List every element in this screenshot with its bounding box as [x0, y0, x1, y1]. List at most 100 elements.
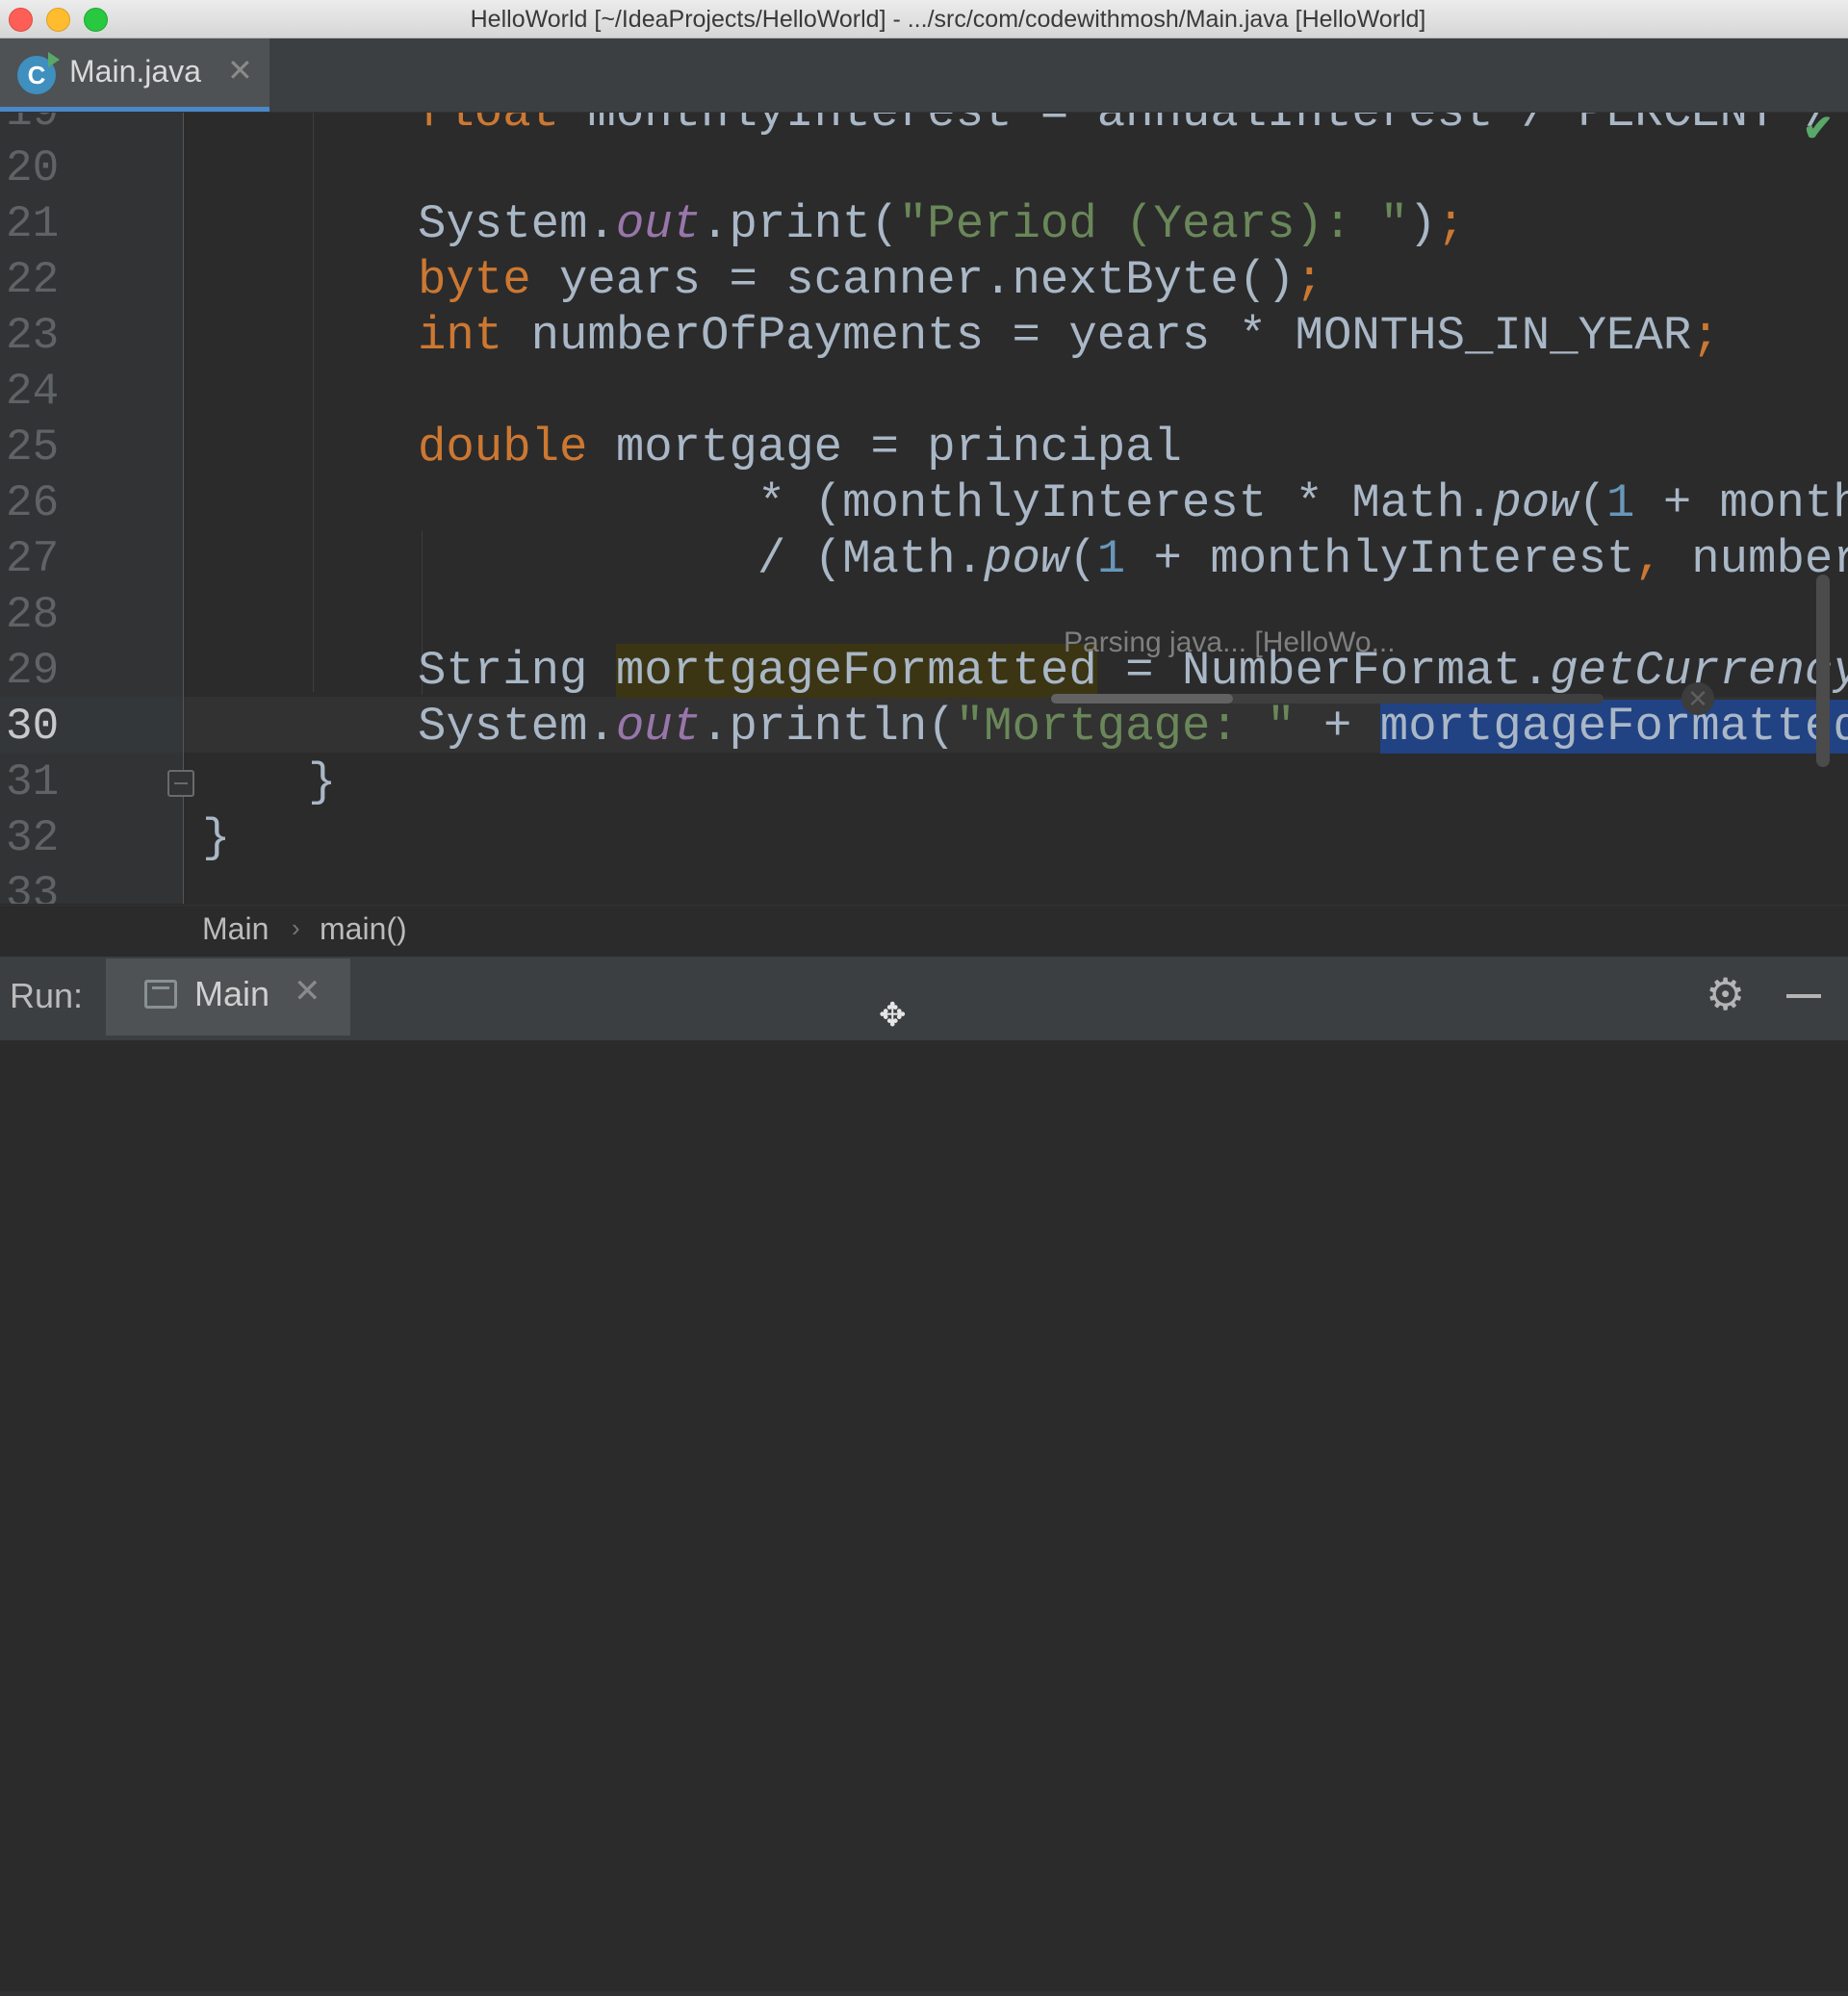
- code-text: System.out.print("Period (Years): ");: [418, 196, 1465, 252]
- run-label: Run:: [10, 976, 84, 1015]
- code-text: float monthlyInterest = annualInterest /…: [418, 113, 1848, 141]
- code-line[interactable]: 24: [0, 364, 1829, 420]
- code-token: ;: [1436, 197, 1466, 251]
- code-editor[interactable]: 19 float monthlyInterest = annualInterest…: [0, 113, 1848, 904]
- tab-close-icon[interactable]: ✕: [227, 52, 253, 89]
- title-bar: HelloWorld [~/IdeaProjects/HelloWorld] -…: [0, 0, 1848, 38]
- code-line[interactable]: 32}: [0, 810, 1829, 866]
- code-token: float: [418, 113, 560, 140]
- code-token: 1: [1606, 476, 1635, 530]
- code-line[interactable]: 22 byte years = scanner.nextByte();: [0, 252, 1829, 308]
- code-text: int numberOfPayments = years * MONTHS_IN…: [418, 308, 1720, 364]
- line-number: 28: [6, 590, 60, 640]
- gear-icon[interactable]: ⚙: [1706, 968, 1745, 1020]
- code-token: (: [1068, 532, 1097, 586]
- code-token: out: [615, 700, 702, 754]
- code-line[interactable]: 25 double mortgage = principal: [0, 420, 1829, 475]
- vertical-scrollbar[interactable]: [1816, 575, 1830, 767]
- code-line[interactable]: 33: [0, 866, 1829, 904]
- code-token: * (monthlyInterest * Math.: [418, 476, 1494, 530]
- code-token: ;: [1691, 309, 1720, 363]
- run-tab-main[interactable]: Main ✕: [106, 959, 350, 1036]
- code-text: / (Math.pow(1 + monthlyInterest, numberO…: [418, 531, 1848, 587]
- code-line[interactable]: 30 System.out.println("Mortgage: " + mort…: [0, 699, 1848, 755]
- code-token: mortgageFormatted: [615, 644, 1097, 698]
- line-number: 31: [6, 757, 60, 807]
- progress-status-text: Parsing java... [HelloWo...: [1064, 627, 1396, 658]
- code-token: (: [1578, 476, 1607, 530]
- code-token: monthlyInterest = annualInterest / PERCE…: [559, 113, 1848, 140]
- code-line[interactable]: 27 / (Math.pow(1 + monthlyInterest, numb…: [0, 531, 1848, 587]
- java-class-icon: C: [17, 52, 60, 94]
- code-token: }: [202, 811, 231, 865]
- line-number: 23: [6, 311, 60, 361]
- progress-bar: [1051, 694, 1604, 704]
- code-text: System.out.println("Mortgage: " + mortga…: [418, 699, 1848, 755]
- code-line[interactable]: 19 float monthlyInterest = annualInterest…: [0, 113, 1833, 141]
- console-icon: [144, 980, 177, 1009]
- code-text: double mortgage = principal: [418, 420, 1182, 475]
- code-token: pow: [984, 532, 1069, 586]
- code-line[interactable]: 26 * (monthlyInterest * Math.pow(1 + mon…: [0, 475, 1848, 531]
- code-token: / (Math.: [418, 532, 985, 586]
- code-token: System.: [418, 700, 616, 754]
- code-text: }: [308, 755, 336, 810]
- code-line[interactable]: 21 System.out.print("Period (Years): ");: [0, 196, 1829, 252]
- window-title: HelloWorld [~/IdeaProjects/HelloWorld] -…: [470, 6, 1426, 33]
- code-text: * (monthlyInterest * Math.pow(1 + monthl…: [418, 475, 1848, 531]
- code-token: "Period (Years): ": [898, 197, 1409, 251]
- run-tool-window-bar: Run: Main ✕ ✥ ⚙: [0, 956, 1848, 1996]
- line-number: 24: [6, 367, 60, 417]
- close-circle-icon[interactable]: ✕: [1681, 682, 1714, 715]
- editor-tab-bar: C Main.java ✕: [0, 38, 1848, 113]
- line-number: 32: [6, 813, 60, 863]
- breadcrumb-item-method[interactable]: main(): [320, 911, 407, 947]
- breadcrumb-item-class[interactable]: Main: [202, 911, 269, 947]
- code-token: mortgage = principal: [587, 421, 1182, 474]
- minimize-icon[interactable]: [1786, 994, 1821, 998]
- code-token: ,: [1634, 532, 1663, 586]
- code-token: pow: [1493, 476, 1578, 530]
- code-line[interactable]: 31}: [0, 755, 1829, 810]
- line-number: 27: [6, 534, 60, 584]
- code-line[interactable]: 28: [0, 587, 1829, 643]
- move-cursor-icon: ✥: [879, 997, 907, 1034]
- inspection-ok-icon[interactable]: ✔: [1803, 113, 1834, 150]
- code-line[interactable]: 23 int numberOfPayments = years * MONTHS_…: [0, 308, 1829, 364]
- line-number: 30: [6, 702, 60, 752]
- code-token: byte: [418, 253, 531, 307]
- code-token: +: [1295, 700, 1380, 754]
- line-number: 21: [6, 199, 60, 249]
- code-line[interactable]: 20: [0, 141, 1829, 196]
- tab-main-java[interactable]: C Main.java ✕: [0, 38, 270, 112]
- code-token: 1: [1096, 532, 1126, 586]
- code-token: }: [308, 755, 337, 809]
- line-number: 19: [6, 113, 60, 138]
- code-token: ;: [1295, 253, 1323, 307]
- code-token: .print(: [701, 197, 899, 251]
- code-line[interactable]: 29 String mortgageFormatted = NumberForma…: [0, 643, 1848, 699]
- code-token: out: [615, 197, 702, 251]
- line-number: 29: [6, 646, 60, 696]
- fold-marker-icon[interactable]: [167, 770, 194, 797]
- line-number: 26: [6, 478, 60, 528]
- code-token: System.: [418, 197, 616, 251]
- code-text: byte years = scanner.nextByte();: [418, 252, 1323, 308]
- code-token: years = scanner.nextByte(): [530, 253, 1296, 307]
- code-token: mortgageFormatted: [1379, 700, 1848, 754]
- run-tab-close-icon[interactable]: ✕: [294, 972, 321, 1011]
- line-number: 20: [6, 143, 60, 193]
- code-token: + monthlyInterest: [1125, 532, 1635, 586]
- code-text: }: [202, 810, 230, 866]
- breadcrumb-separator: ›: [292, 913, 300, 942]
- bottom-strip: [0, 1991, 1848, 1996]
- tab-label: Main.java: [69, 54, 201, 89]
- line-number: 22: [6, 255, 60, 305]
- progress-bar-fill: [1051, 694, 1234, 704]
- code-token: + monthlyI: [1662, 476, 1848, 530]
- line-number: 25: [6, 422, 60, 473]
- code-token: "Mortgage: ": [955, 700, 1296, 754]
- code-token: int: [418, 309, 503, 363]
- code-token: .println(: [701, 700, 956, 754]
- code-token: numberOfPayments = years * MONTHS_IN_YEA…: [502, 309, 1692, 363]
